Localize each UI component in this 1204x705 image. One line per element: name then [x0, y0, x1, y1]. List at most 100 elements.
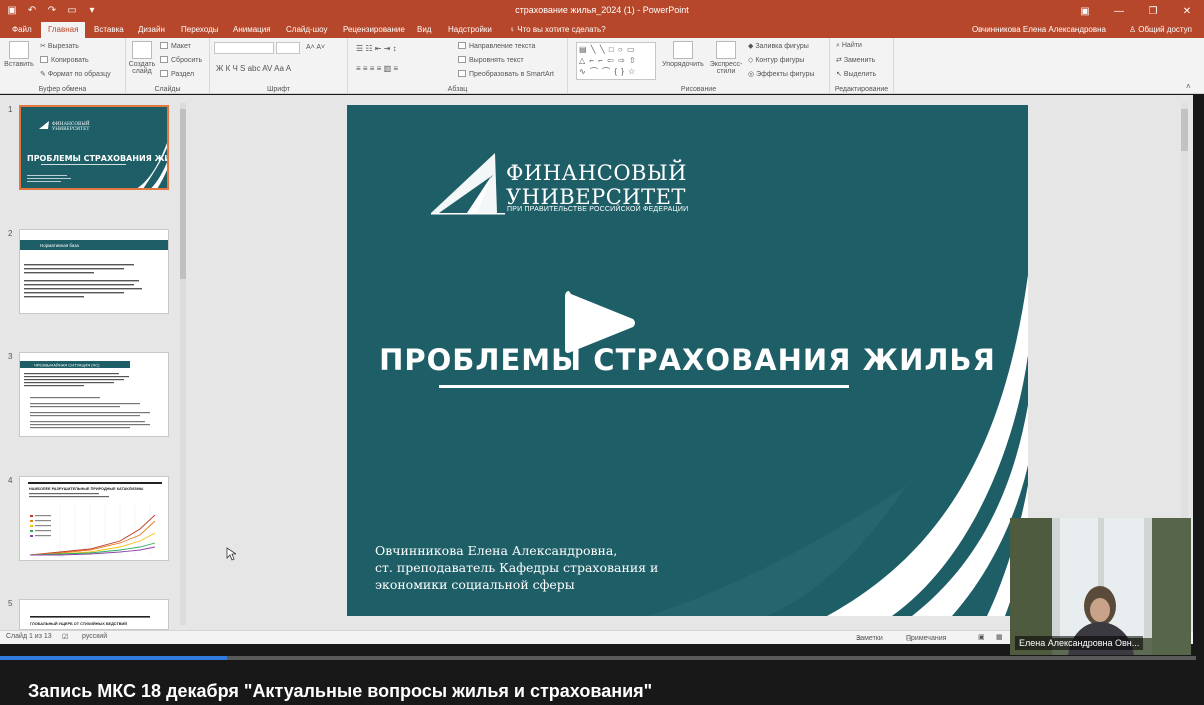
tab-addins[interactable]: Надстройки — [441, 22, 499, 38]
align-text-button[interactable]: Выровнять текст — [458, 56, 524, 64]
cut-label: Вырезать — [47, 43, 79, 50]
thumbnail-scrollbar[interactable] — [180, 103, 186, 625]
text-direction-button[interactable]: Направление текста — [458, 42, 535, 50]
copy-button[interactable]: Копировать — [40, 56, 89, 64]
author-line-1: Овчинникова Елена Александровна, — [375, 543, 618, 558]
cut-button[interactable]: ✂ Вырезать — [40, 42, 79, 50]
normal-view-icon[interactable]: ▣ — [978, 633, 985, 641]
text-direction-label: Направление текста — [469, 43, 536, 50]
smartart-label: Преобразовать в SmartArt — [469, 71, 554, 78]
ribbon-options-icon[interactable]: ▣ — [1068, 0, 1102, 22]
thumb-number: 3 — [8, 352, 13, 361]
thumbnail-slide-4[interactable]: НАИБОЛЕЕ РАЗРУШИТЕЛЬНЫЕ ПРИРОДНЫЕ КАТАКЛ… — [19, 476, 169, 561]
format-buttons[interactable]: Ж К Ч S abc AV Aa A — [216, 64, 291, 73]
sorter-view-icon[interactable]: ▦ — [996, 633, 1003, 641]
thumb2-header: Нормативная база — [40, 243, 79, 248]
replace-button[interactable]: ⇄ Заменить — [836, 56, 875, 64]
language-status[interactable]: русский — [82, 633, 107, 640]
group-slides: Создать слайд Макет Сбросить Раздел Слай… — [126, 38, 210, 94]
slide-scroll-thumb[interactable] — [1181, 109, 1188, 151]
font-size-select[interactable] — [276, 42, 300, 54]
tab-file[interactable]: Файл — [5, 22, 39, 38]
video-progress-fill — [0, 656, 228, 660]
thumbnail-pane[interactable]: 1 ФИНАНСОВЫЙ УНИВЕРСИТЕТ ПРОБЛЕМЫ СТРАХО… — [0, 95, 191, 630]
play-icon[interactable] — [563, 289, 638, 357]
group-editing: ⌕ Найти ⇄ Заменить ↖ Выделить Редактиров… — [830, 38, 894, 94]
new-slide-label-2: слайд — [132, 68, 152, 75]
share-button[interactable]: ♙ Общий доступ — [1129, 25, 1192, 34]
arrange-button[interactable]: Упорядочить — [660, 41, 706, 68]
text-direction-icon — [458, 42, 466, 49]
video-progress-bar[interactable] — [0, 656, 1196, 660]
shape-outline-button[interactable]: ◇ Контур фигуры — [748, 56, 804, 64]
thumbnail-scroll-thumb[interactable] — [180, 109, 186, 279]
tab-design[interactable]: Дизайн — [131, 22, 172, 38]
share-label: Общий доступ — [1138, 25, 1192, 34]
tab-home[interactable]: Главная — [41, 22, 86, 38]
restore-icon[interactable]: ❐ — [1136, 0, 1170, 22]
tab-transitions[interactable]: Переходы — [174, 22, 226, 38]
layout-label: Макет — [171, 43, 191, 50]
user-name[interactable]: Овчинникова Елена Александровна — [972, 25, 1106, 34]
video-player[interactable]: ▣ ↶ ↷ ▭ ▾ страхование жилья_2024 (1) - P… — [0, 0, 1204, 705]
spellcheck-icon[interactable]: ☑ — [62, 633, 68, 641]
find-button[interactable]: ⌕ Найти — [836, 42, 862, 50]
layout-button[interactable]: Макет — [160, 42, 191, 50]
align-buttons[interactable]: ≡ ≡ ≡ ≡ ▥ ≡ — [356, 64, 398, 73]
webcam-image — [1010, 518, 1191, 655]
close-icon[interactable]: ✕ — [1170, 0, 1204, 22]
thumb-number: 5 — [8, 599, 13, 608]
thumb-number: 2 — [8, 229, 13, 238]
list-buttons[interactable]: ☰ ☷ ⇤ ⇥ ↕ — [356, 44, 397, 53]
thumbnail-slide-5[interactable]: ГЛОБАЛЬНЫЙ УЩЕРБ ОТ СТИХИЙНЫХ БЕДСТВИЙ — [19, 599, 169, 630]
format-painter-button[interactable]: ✎ Формат по образцу — [40, 70, 111, 78]
thumb1-logo2: УНИВЕРСИТЕТ — [52, 126, 89, 132]
align-text-label: Выровнять текст — [469, 57, 524, 64]
copy-label: Копировать — [51, 57, 89, 64]
group-drawing: ▤ ╲ ╲ □ ○ ▭ △ ⌐ ⌐ ⇦ ⇨ ⇧ ∿ ⌒ ⌒ { } ☆ Упоряд… — [568, 38, 830, 94]
reset-button[interactable]: Сбросить — [160, 56, 202, 64]
tab-review[interactable]: Рецензирование — [336, 22, 412, 38]
notes-label: Заметки — [856, 635, 883, 642]
shape-effects-button[interactable]: ◎ Эффекты фигуры — [748, 70, 814, 78]
title-bar: ▣ ↶ ↷ ▭ ▾ страхование жилья_2024 (1) - P… — [0, 0, 1204, 22]
tell-me-box[interactable]: ♀ Что вы хотите сделать? — [502, 22, 613, 38]
smartart-button[interactable]: Преобразовать в SmartArt — [458, 70, 554, 78]
smartart-icon — [458, 70, 466, 77]
video-caption: Запись МКС 18 декабря "Актуальные вопрос… — [28, 681, 653, 701]
section-button[interactable]: Раздел — [160, 70, 194, 78]
collapse-ribbon-icon[interactable]: ˄ — [1186, 82, 1191, 91]
group-label-drawing: Рисование — [680, 86, 717, 93]
thumbnail-slide-1[interactable]: ФИНАНСОВЫЙ УНИВЕРСИТЕТ ПРОБЛЕМЫ СТРАХОВА… — [19, 105, 169, 190]
logo-line-1: ФИНАНСОВЫЙ — [506, 161, 687, 185]
group-font: A˄ A˅ Ж К Ч S abc AV Aa A Шрифт — [210, 38, 348, 94]
thumbnail-slide-2[interactable]: Нормативная база — [19, 229, 169, 314]
select-button[interactable]: ↖ Выделить — [836, 70, 876, 78]
thumb2-graphic: Нормативная база — [20, 240, 168, 298]
select-icon: ↖ — [836, 71, 844, 78]
reset-label: Сбросить — [171, 57, 203, 64]
shape-fill-button[interactable]: ◆ Заливка фигуры — [748, 42, 809, 50]
slide-canvas[interactable]: 1919 ФИНАНСОВЫЙ УНИВЕРСИТЕТ ПРИ ПРАВИТЕЛ… — [347, 105, 1028, 616]
grow-font-button[interactable]: A˄ A˅ — [306, 44, 325, 51]
fill-label: Заливка фигуры — [755, 43, 809, 50]
thumbnail-slide-3[interactable]: ЧРЕЗВЫЧАЙНАЯ СИТУАЦИЯ (ЧС) — [19, 352, 169, 437]
new-slide-button[interactable]: Создать слайд — [126, 41, 158, 75]
paste-button[interactable]: Вставить — [3, 41, 35, 68]
thumb3-header: ЧРЕЗВЫЧАЙНАЯ СИТУАЦИЯ (ЧС) — [34, 363, 100, 368]
paste-label: Вставить — [4, 61, 34, 68]
tab-insert[interactable]: Вставка — [87, 22, 131, 38]
quick-styles-button[interactable]: Экспресс- стили — [706, 41, 746, 75]
shapes-gallery[interactable]: ▤ ╲ ╲ □ ○ ▭ △ ⌐ ⌐ ⇦ ⇨ ⇧ ∿ ⌒ ⌒ { } ☆ — [576, 42, 656, 80]
minimize-icon[interactable]: — — [1102, 0, 1136, 22]
tab-slideshow[interactable]: Слайд-шоу — [279, 22, 334, 38]
tell-me-label: Что вы хотите сделать? — [517, 25, 606, 34]
window-title: страхование жилья_2024 (1) - PowerPoint — [515, 5, 689, 15]
font-family-select[interactable] — [214, 42, 274, 54]
scissors-icon: ✂ — [40, 43, 48, 50]
group-label-slides: Слайды — [154, 86, 181, 93]
align-text-icon — [458, 56, 466, 63]
tab-animation[interactable]: Анимация — [226, 22, 278, 38]
tab-view[interactable]: Вид — [410, 22, 438, 38]
webcam-video: Елена Александровна Овн... — [1010, 518, 1191, 655]
